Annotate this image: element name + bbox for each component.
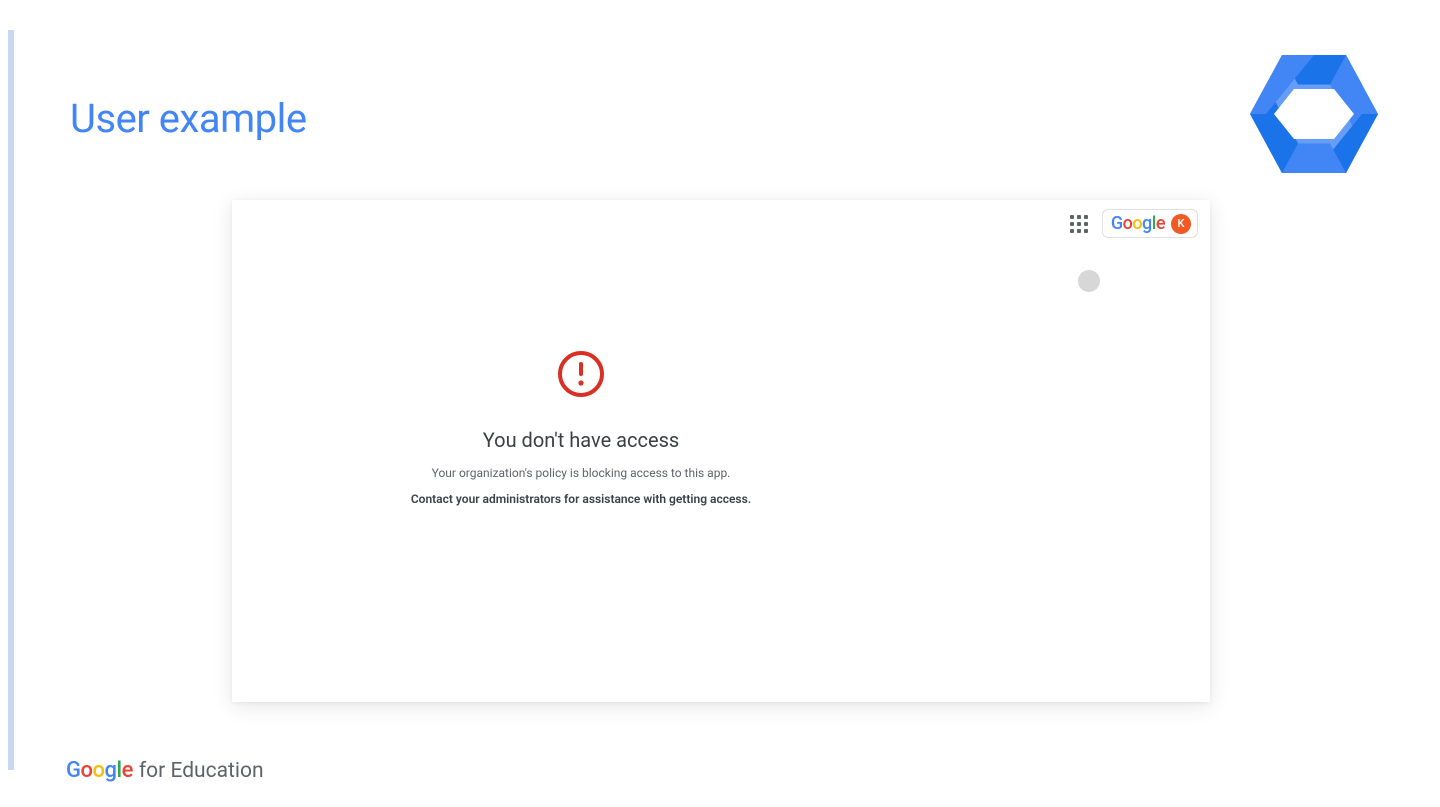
account-chip[interactable]: Google K [1102, 209, 1198, 238]
app-window: Google K You don't have access Your orga… [232, 200, 1210, 702]
error-action-text: Contact your administrators for assistan… [411, 492, 751, 506]
error-exclamation-icon [557, 350, 605, 398]
decorative-dot [1078, 270, 1100, 292]
admin-hexagon-icon [1250, 55, 1378, 173]
footer-brand: Google for Education [66, 758, 264, 783]
error-title: You don't have access [483, 428, 679, 452]
google-logo: Google [1111, 213, 1165, 234]
access-denied-panel: You don't have access Your organization'… [232, 350, 930, 506]
topbar: Google K [1070, 209, 1198, 238]
slide-accent-bar [8, 30, 14, 770]
avatar: K [1171, 214, 1191, 234]
apps-launcher-icon[interactable] [1070, 215, 1088, 233]
error-subtitle: Your organization's policy is blocking a… [432, 466, 731, 480]
footer-suffix: for Education [139, 759, 264, 783]
slide-title: User example [70, 95, 307, 142]
google-logo-footer: Google [66, 758, 133, 783]
